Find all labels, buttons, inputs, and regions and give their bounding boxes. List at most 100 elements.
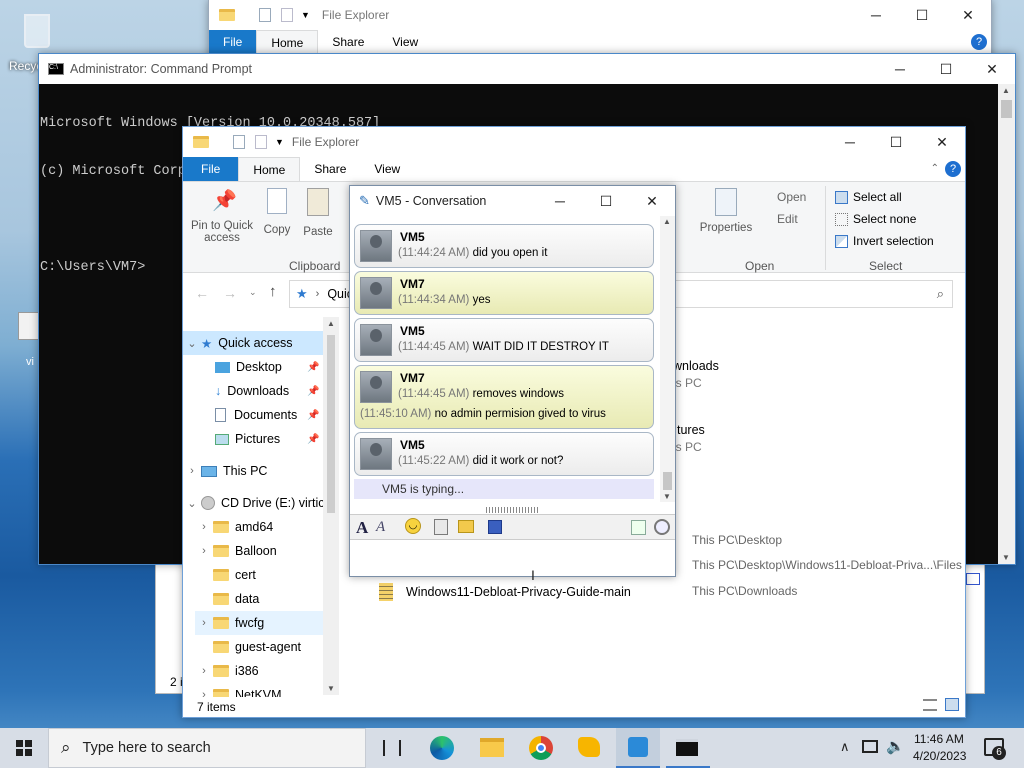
chrome-icon[interactable] xyxy=(529,736,553,760)
scroll-up-icon[interactable]: ▲ xyxy=(327,319,335,328)
close-button[interactable]: ✕ xyxy=(629,186,675,216)
chevron-right-icon[interactable]: › xyxy=(195,617,213,629)
search-box[interactable]: ⌕ Type here to search xyxy=(48,728,366,768)
forward-icon[interactable]: → xyxy=(223,285,237,301)
splitter-grip[interactable] xyxy=(486,507,540,513)
invite-icon[interactable] xyxy=(631,520,646,535)
nav-item-documents[interactable]: Documents 📌 xyxy=(215,403,319,427)
maximize-button[interactable]: ☐ xyxy=(583,186,629,216)
chevron-right-icon[interactable]: › xyxy=(183,465,201,477)
nav-item-cd-drive[interactable]: ⌄ CD Drive (E:) virtic xyxy=(183,491,324,515)
tab-home[interactable]: Home xyxy=(256,30,319,54)
console-scrollbar[interactable]: ▲ ▼ xyxy=(998,84,1015,564)
cmd-app-icon[interactable] xyxy=(666,728,710,768)
tile-label[interactable]: wnloads xyxy=(673,359,719,373)
nav-item-quick-access[interactable]: ⌄ ★ Quick access xyxy=(183,331,323,355)
message-input[interactable] xyxy=(350,541,675,576)
tray-chevron-icon[interactable]: ∧ xyxy=(840,739,850,755)
paste-button[interactable]: Paste xyxy=(301,188,335,238)
scroll-down-icon[interactable]: ▼ xyxy=(1002,553,1010,562)
conversation-app-icon[interactable] xyxy=(616,728,660,768)
volume-icon[interactable]: 🔈 xyxy=(886,737,905,755)
back-icon[interactable]: ← xyxy=(195,285,209,301)
nav-folder[interactable]: › NetKVM xyxy=(195,683,282,697)
nav-folder[interactable]: › fwcfg xyxy=(195,611,323,635)
search-box[interactable]: ⌕ xyxy=(675,280,953,308)
chevron-down-icon[interactable]: ⌄ xyxy=(183,497,201,510)
scroll-up-icon[interactable]: ▲ xyxy=(663,217,671,226)
close-button[interactable]: ✕ xyxy=(919,127,965,157)
properties-icon[interactable] xyxy=(259,8,271,22)
help-icon[interactable]: ? xyxy=(945,161,961,177)
network-icon[interactable] xyxy=(862,740,878,753)
new-folder-icon[interactable] xyxy=(281,8,293,22)
emoticon-icon[interactable]: ◡ xyxy=(405,518,421,534)
large-icons-view-icon[interactable] xyxy=(945,698,959,711)
recycle-bin-icon[interactable] xyxy=(14,6,58,52)
details-view-icon[interactable] xyxy=(966,573,980,585)
minimize-button[interactable]: ─ xyxy=(853,0,899,30)
history-icon[interactable] xyxy=(654,519,670,535)
chevron-right-icon[interactable]: › xyxy=(195,665,213,677)
nudge-icon[interactable] xyxy=(434,519,448,535)
up-icon[interactable]: ↑ xyxy=(269,283,277,300)
maximize-button[interactable]: ☐ xyxy=(923,54,969,84)
tile-label[interactable]: tures xyxy=(677,423,705,437)
chevron-down-icon[interactable]: ⌄ xyxy=(249,287,257,298)
chevron-down-icon[interactable]: ⌄ xyxy=(183,337,201,350)
send-file-icon[interactable] xyxy=(458,520,474,533)
nav-folder[interactable]: › amd64 xyxy=(195,515,273,539)
tab-share[interactable]: Share xyxy=(300,157,360,181)
chevron-down-icon[interactable]: ▼ xyxy=(301,10,310,20)
properties-button[interactable]: Properties xyxy=(695,188,757,234)
messenger-app-icon[interactable] xyxy=(578,737,600,757)
minimize-button[interactable]: ─ xyxy=(827,127,873,157)
maximize-button[interactable]: ☐ xyxy=(899,0,945,30)
file-explorer-back-window[interactable]: ▼ File Explorer ─ ☐ ✕ File Home Share Vi… xyxy=(208,0,992,60)
clock-time[interactable]: 11:46 AM xyxy=(914,732,964,746)
nav-folder[interactable]: cert xyxy=(213,563,256,587)
edge-icon[interactable] xyxy=(430,736,454,760)
tab-share[interactable]: Share xyxy=(318,30,378,54)
minimize-button[interactable]: ─ xyxy=(877,54,923,84)
close-button[interactable]: ✕ xyxy=(945,0,991,30)
select-all-button[interactable]: Select all xyxy=(835,190,902,204)
edit-button[interactable]: Edit xyxy=(777,212,798,226)
chevron-right-icon[interactable]: › xyxy=(195,545,213,557)
file-explorer-icon[interactable] xyxy=(480,738,504,757)
properties-icon[interactable] xyxy=(233,135,245,149)
nav-scrollbar[interactable]: ▲ ▼ xyxy=(323,317,339,695)
pin-button[interactable]: 📌 Pin to Quick access xyxy=(187,188,257,244)
nav-item-pictures[interactable]: Pictures 📌 xyxy=(215,427,319,451)
help-icon[interactable]: ? xyxy=(971,34,987,50)
maximize-button[interactable]: ☐ xyxy=(873,127,919,157)
save-icon[interactable] xyxy=(488,520,502,534)
invert-selection-button[interactable]: Invert selection xyxy=(835,234,934,248)
scroll-up-icon[interactable]: ▲ xyxy=(1002,86,1010,95)
text-color-icon[interactable]: A xyxy=(376,519,385,536)
message-scrollbar[interactable]: ▲ ▼ xyxy=(660,216,675,502)
font-icon[interactable]: A xyxy=(356,518,368,538)
nav-item-desktop[interactable]: Desktop 📌 xyxy=(215,355,319,379)
tab-file[interactable]: File xyxy=(209,30,257,54)
minimize-button[interactable]: ─ xyxy=(537,186,583,216)
chevron-down-icon[interactable]: ▼ xyxy=(275,137,284,147)
tab-home[interactable]: Home xyxy=(238,157,301,181)
details-view-icon[interactable] xyxy=(923,699,937,711)
clock-date[interactable]: 4/20/2023 xyxy=(913,749,966,763)
select-none-button[interactable]: Select none xyxy=(835,212,916,226)
navigation-pane[interactable]: ⌄ ★ Quick access Desktop 📌 ↓ Downloads 📌… xyxy=(183,317,340,697)
nav-folder[interactable]: guest-agent xyxy=(213,635,301,659)
new-folder-icon[interactable] xyxy=(255,135,267,149)
tab-view[interactable]: View xyxy=(378,30,432,54)
tab-file[interactable]: File xyxy=(183,157,239,181)
task-view-icon[interactable] xyxy=(383,740,401,756)
chevron-right-icon[interactable]: › xyxy=(195,689,213,697)
collapse-ribbon-icon[interactable]: ⌃ xyxy=(931,163,939,174)
scroll-down-icon[interactable]: ▼ xyxy=(663,492,671,501)
start-button[interactable] xyxy=(0,728,48,768)
scroll-down-icon[interactable]: ▼ xyxy=(327,684,335,693)
nav-item-downloads[interactable]: ↓ Downloads 📌 xyxy=(215,379,319,403)
close-button[interactable]: ✕ xyxy=(969,54,1015,84)
nav-item-this-pc[interactable]: › This PC xyxy=(183,459,267,483)
